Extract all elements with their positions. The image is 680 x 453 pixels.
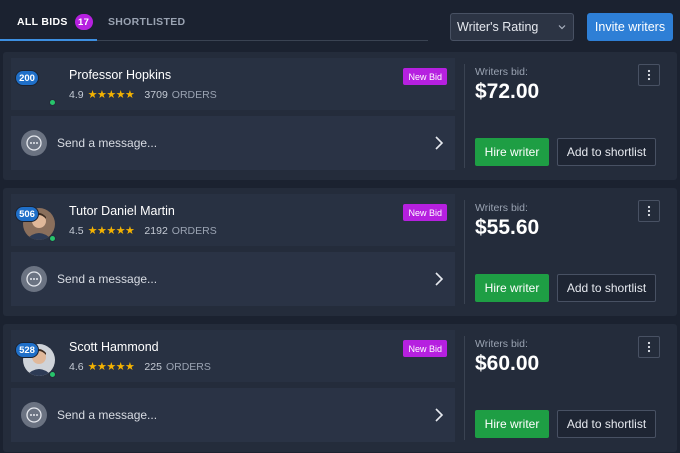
sort-select[interactable]: Writer's Rating xyxy=(450,13,574,41)
bid-amount: $72.00 xyxy=(475,80,540,103)
orders-label: ORDERS xyxy=(171,88,217,101)
bid-amount: $60.00 xyxy=(475,352,540,375)
online-status-dot xyxy=(49,99,56,106)
tab-shortlisted-label: SHORTLISTED xyxy=(108,16,186,28)
writer-name[interactable]: Tutor Daniel Martin xyxy=(69,204,175,218)
star-rating-icon: ★★★★★ xyxy=(87,361,135,373)
kebab-menu-icon xyxy=(647,341,651,353)
card-divider xyxy=(464,64,465,168)
tab-all-bids-label: ALL BIDS xyxy=(17,16,68,28)
invite-writers-button[interactable]: Invite writers xyxy=(587,13,673,41)
online-status-dot xyxy=(49,235,56,242)
bid-card-left: 506 Tutor Daniel Martin 4.5 ★★★★★ 2192 O… xyxy=(11,194,455,306)
bids-count-badge: 17 xyxy=(74,14,93,30)
new-bid-badge: New Bid xyxy=(403,68,447,85)
hire-writer-button[interactable]: Hire writer xyxy=(475,410,549,438)
more-options-button[interactable] xyxy=(638,200,660,222)
kebab-menu-icon xyxy=(647,69,651,81)
card-divider xyxy=(464,336,465,440)
kebab-menu-icon xyxy=(647,205,651,217)
tabs-divider xyxy=(97,40,428,41)
online-status-dot xyxy=(49,371,56,378)
send-message-row[interactable]: Send a message... xyxy=(11,116,455,170)
sort-selected-value: Writer's Rating xyxy=(457,20,539,34)
orders-count: 225 xyxy=(144,360,162,373)
tab-shortlisted[interactable]: SHORTLISTED xyxy=(108,10,185,34)
orders-label: ORDERS xyxy=(171,224,217,237)
top-bar: ALL BIDS 17 SHORTLISTED Writer's Rating … xyxy=(0,0,680,48)
orders-count: 3709 xyxy=(144,88,168,101)
active-tab-indicator xyxy=(0,39,97,41)
writer-name[interactable]: Scott Hammond xyxy=(69,340,159,354)
star-rating-icon: ★★★★★ xyxy=(87,89,135,101)
chat-bubble-icon xyxy=(21,266,47,292)
bid-card: 200 Professor Hopkins 4.9 ★★★★★ 3709 ORD… xyxy=(3,52,677,180)
tab-all-bids[interactable]: ALL BIDS 17 xyxy=(17,10,93,34)
avatar-group: 200 xyxy=(15,66,56,106)
more-options-button[interactable] xyxy=(638,64,660,86)
chevron-right-icon[interactable] xyxy=(433,271,445,287)
level-badge: 506 xyxy=(15,206,39,222)
hire-writer-button[interactable]: Hire writer xyxy=(475,138,549,166)
new-bid-badge: New Bid xyxy=(403,204,447,221)
add-to-shortlist-button[interactable]: Add to shortlist xyxy=(557,410,656,438)
more-options-button[interactable] xyxy=(638,336,660,358)
orders-label: ORDERS xyxy=(165,360,211,373)
chat-bubble-icon xyxy=(21,130,47,156)
add-to-shortlist-button[interactable]: Add to shortlist xyxy=(557,274,656,302)
bid-card-left: 200 Professor Hopkins 4.9 ★★★★★ 3709 ORD… xyxy=(11,58,455,170)
message-placeholder: Send a message... xyxy=(57,136,158,150)
chevron-down-icon xyxy=(558,25,566,30)
hire-writer-button[interactable]: Hire writer xyxy=(475,274,549,302)
writer-name[interactable]: Professor Hopkins xyxy=(69,68,171,82)
new-bid-badge: New Bid xyxy=(403,340,447,357)
add-to-shortlist-button[interactable]: Add to shortlist xyxy=(557,138,656,166)
rating-line: 4.9 ★★★★★ 3709 ORDERS xyxy=(69,88,217,102)
writer-info[interactable]: 200 Professor Hopkins 4.9 ★★★★★ 3709 ORD… xyxy=(11,58,455,110)
rating-line: 4.6 ★★★★★ 225 ORDERS xyxy=(69,360,211,374)
rating-value: 4.5 xyxy=(69,224,84,237)
card-divider xyxy=(464,200,465,304)
writer-info[interactable]: 506 Tutor Daniel Martin 4.5 ★★★★★ 2192 O… xyxy=(11,194,455,246)
writers-bid-label: Writers bid: xyxy=(475,66,528,78)
writers-bid-label: Writers bid: xyxy=(475,202,528,214)
chevron-right-icon[interactable] xyxy=(433,135,445,151)
rating-value: 4.9 xyxy=(69,88,84,101)
chat-bubble-icon xyxy=(21,402,47,428)
star-rating-icon: ★★★★★ xyxy=(87,225,135,237)
message-placeholder: Send a message... xyxy=(57,272,158,286)
send-message-row[interactable]: Send a message... xyxy=(11,388,455,442)
message-placeholder: Send a message... xyxy=(57,408,158,422)
level-badge: 528 xyxy=(15,342,39,358)
bid-amount: $55.60 xyxy=(475,216,540,239)
chevron-right-icon[interactable] xyxy=(433,407,445,423)
rating-line: 4.5 ★★★★★ 2192 ORDERS xyxy=(69,224,217,238)
avatar-group: 506 xyxy=(15,202,56,242)
writer-info[interactable]: 528 Scott Hammond 4.6 ★★★★★ 225 ORDERS N… xyxy=(11,330,455,382)
bid-card: 528 Scott Hammond 4.6 ★★★★★ 225 ORDERS N… xyxy=(3,324,677,452)
bid-card: 506 Tutor Daniel Martin 4.5 ★★★★★ 2192 O… xyxy=(3,188,677,316)
writers-bid-label: Writers bid: xyxy=(475,338,528,350)
rating-value: 4.6 xyxy=(69,360,84,373)
bid-card-left: 528 Scott Hammond 4.6 ★★★★★ 225 ORDERS N… xyxy=(11,330,455,442)
level-badge: 200 xyxy=(15,70,39,86)
orders-count: 2192 xyxy=(144,224,168,237)
avatar-group: 528 xyxy=(15,338,56,378)
send-message-row[interactable]: Send a message... xyxy=(11,252,455,306)
